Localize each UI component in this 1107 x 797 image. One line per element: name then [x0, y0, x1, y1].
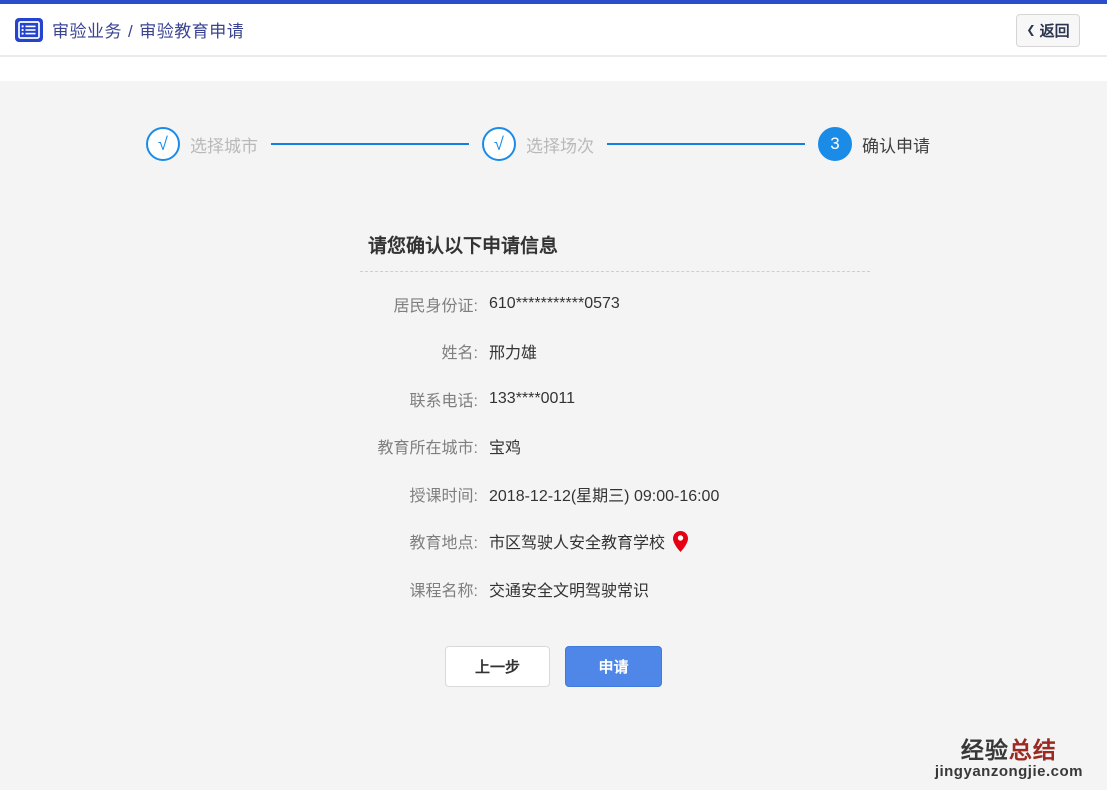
- field-row-education-place: 教育地点: 市区驾驶人安全教育学校: [360, 518, 870, 566]
- main-content: √ 选择城市 √ 选择场次 3 确认申请 请您确认以下申请信息 居民身份证: 6…: [0, 81, 1107, 790]
- watermark-title: 经验总结: [935, 738, 1083, 763]
- step-confirm-application: 3 确认申请: [818, 127, 930, 161]
- step-check-icon: √: [146, 127, 180, 161]
- field-label: 授课时间:: [360, 482, 478, 506]
- chevron-left-icon: ❮: [1026, 24, 1035, 37]
- field-row-class-time: 授课时间: 2018-12-12(星期三) 09:00-16:00: [360, 470, 870, 518]
- step-connector: [271, 143, 469, 145]
- breadcrumb-current-page: 审验教育申请: [139, 22, 244, 41]
- breadcrumb: 审验业务 / 审验教育申请: [52, 17, 244, 42]
- field-value: 2018-12-12(星期三) 09:00-16:00: [489, 482, 719, 506]
- apply-button[interactable]: 申请: [565, 646, 662, 687]
- field-row-phone: 联系电话: 133****0011: [360, 375, 870, 423]
- field-value: 市区驾驶人安全教育学校: [489, 529, 665, 553]
- step-label-confirm-application: 确认申请: [862, 132, 930, 157]
- field-value: 邢力雄: [489, 339, 537, 363]
- confirmation-form: 请您确认以下申请信息 居民身份证: 610***********0573 姓名:…: [360, 233, 870, 613]
- form-actions: 上一步 申请: [0, 646, 1107, 687]
- back-button[interactable]: ❮ 返回: [1016, 14, 1080, 47]
- step-number-badge: 3: [818, 127, 852, 161]
- field-row-id-card: 居民身份证: 610***********0573: [360, 280, 870, 328]
- step-connector: [607, 143, 805, 145]
- watermark-title-primary: 经验: [961, 737, 1009, 763]
- location-pin-icon[interactable]: [673, 531, 688, 552]
- step-check-icon: √: [482, 127, 516, 161]
- field-label: 姓名:: [360, 339, 478, 363]
- form-title: 请您确认以下申请信息: [360, 233, 870, 272]
- breadcrumb-separator: /: [128, 22, 133, 41]
- step-label-choose-session: 选择场次: [526, 132, 594, 157]
- step-choose-session: √ 选择场次: [482, 127, 594, 161]
- field-label: 教育所在城市:: [360, 434, 478, 458]
- field-value: 133****0011: [489, 390, 575, 408]
- previous-step-button[interactable]: 上一步: [445, 646, 550, 687]
- field-value: 交通安全文明驾驶常识: [489, 577, 649, 601]
- watermark-title-accent: 总结: [1009, 737, 1057, 763]
- step-label-choose-city: 选择城市: [190, 132, 258, 157]
- field-label: 联系电话:: [360, 387, 478, 411]
- field-value: 宝鸡: [489, 434, 521, 458]
- form-rows: 居民身份证: 610***********0573 姓名: 邢力雄 联系电话: …: [360, 280, 870, 613]
- breadcrumb-section[interactable]: 审验业务: [52, 22, 122, 41]
- step-wizard: √ 选择城市 √ 选择场次 3 确认申请: [0, 81, 1107, 161]
- list-menu-icon: [15, 18, 43, 42]
- field-row-name: 姓名: 邢力雄: [360, 328, 870, 376]
- field-label: 教育地点:: [360, 529, 478, 553]
- page: 审验业务/审验教育申请 ❮ 返回 √ 选择城市 √ 选择场次 3 确认申请 请: [0, 0, 1107, 797]
- step-choose-city: √ 选择城市: [146, 127, 258, 161]
- watermark-logo: 经验总结 jingyanzongjie.com: [935, 738, 1083, 780]
- back-button-label: 返回: [1040, 20, 1070, 41]
- field-row-education-city: 教育所在城市: 宝鸡: [360, 423, 870, 471]
- field-value: 610***********0573: [489, 295, 620, 313]
- header-bar: 审验业务 / 审验教育申请 ❮ 返回: [0, 4, 1107, 57]
- field-label: 居民身份证:: [360, 292, 478, 316]
- field-label: 课程名称:: [360, 577, 478, 601]
- field-row-course-name: 课程名称: 交通安全文明驾驶常识: [360, 565, 870, 613]
- watermark-domain: jingyanzongjie.com: [935, 764, 1083, 781]
